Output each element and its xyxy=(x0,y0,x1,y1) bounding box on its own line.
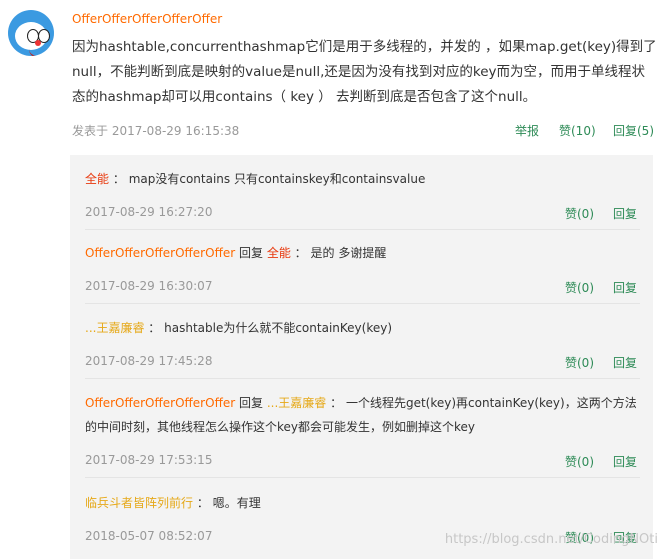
reply-word: 回复 xyxy=(238,396,263,410)
reply-like-link[interactable]: 赞(0) xyxy=(565,453,594,470)
reply-line: OfferOfferOfferOfferOffer 回复 ...王嘉廉睿 ： 一… xyxy=(85,391,640,439)
reply-target[interactable]: 全能 xyxy=(267,246,291,260)
reply-text: 嗯。有理 xyxy=(212,496,261,510)
reply-date: 2017-08-29 17:45:28 xyxy=(85,354,213,368)
reply-item: 全能 ： map没有contains 只有containskey和contain… xyxy=(85,167,640,230)
avatar-nose xyxy=(35,40,41,46)
reply-line: 全能 ： map没有contains 只有containskey和contain… xyxy=(85,167,640,191)
reply-word: 回复 xyxy=(238,246,263,260)
reply-separator: ： xyxy=(294,246,307,260)
reply-item: OfferOfferOfferOfferOffer 回复 全能 ： 是的 多谢提… xyxy=(85,241,640,304)
reply-separator: ： xyxy=(330,396,343,410)
reply-like-link[interactable]: 赞(0) xyxy=(565,354,594,371)
report-link[interactable]: 举报 xyxy=(515,122,539,139)
like-link[interactable]: 赞(10) xyxy=(559,122,596,139)
comment-content: 因为hashtable,concurrenthashmap它们是用于多线程的，并… xyxy=(72,39,657,105)
reply-nick[interactable]: 临兵斗者皆阵列前行 xyxy=(85,496,193,510)
watermark: https://blog.csdn.net/CodingNOti xyxy=(444,532,658,547)
reply-separator: ： xyxy=(196,496,209,510)
reply-nick[interactable]: OfferOfferOfferOfferOffer xyxy=(85,246,235,260)
reply-date: 2017-08-29 16:27:20 xyxy=(85,205,213,219)
avatar-mouth xyxy=(29,48,47,56)
reply-separator: ： xyxy=(112,172,125,186)
reply-reply-link[interactable]: 回复 xyxy=(613,279,637,296)
reply-item: ...王嘉廉睿 ： hashtable为什么就不能containKey(key)… xyxy=(85,316,640,379)
reply-date: 2018-05-07 08:52:07 xyxy=(85,529,213,543)
reply-like-link[interactable]: 赞(0) xyxy=(565,205,594,222)
reply-line: OfferOfferOfferOfferOffer 回复 全能 ： 是的 多谢提… xyxy=(85,241,640,265)
reply-text: map没有contains 只有containskey和containsvalu… xyxy=(128,172,426,186)
reply-nick[interactable]: ...王嘉廉睿 xyxy=(85,321,144,335)
reply-reply-link[interactable]: 回复 xyxy=(613,205,637,222)
reply-text: 是的 多谢提醒 xyxy=(310,246,387,260)
reply-reply-link[interactable]: 回复 xyxy=(613,354,637,371)
reply-date: 2017-08-29 16:30:07 xyxy=(85,279,213,293)
avatar-face xyxy=(15,22,50,50)
reply-item: OfferOfferOfferOfferOffer 回复 ...王嘉廉睿 ： 一… xyxy=(85,391,640,478)
reply-nick[interactable]: 全能 xyxy=(85,172,109,186)
reply-date: 2017-08-29 17:53:15 xyxy=(85,453,213,467)
reply-target[interactable]: ...王嘉廉睿 xyxy=(267,396,326,410)
reply-text: hashtable为什么就不能containKey(key) xyxy=(164,321,393,335)
replies-panel: 全能 ： map没有contains 只有containskey和contain… xyxy=(70,155,653,559)
reply-link[interactable]: 回复(5) xyxy=(613,122,666,139)
reply-like-link[interactable]: 赞(0) xyxy=(565,279,594,296)
comment-meta: 发表于 2017-08-29 16:15:38 举报 赞(10) 回复(5) xyxy=(72,120,657,138)
reply-line: 临兵斗者皆阵列前行 ： 嗯。有理 xyxy=(85,491,640,515)
reply-reply-link[interactable]: 回复 xyxy=(613,453,637,470)
reply-line: ...王嘉廉睿 ： hashtable为什么就不能containKey(key) xyxy=(85,316,640,340)
comment-date: 发表于 2017-08-29 16:15:38 xyxy=(72,124,240,138)
reply-separator: ： xyxy=(148,321,161,335)
reply-nick[interactable]: OfferOfferOfferOfferOffer xyxy=(85,396,235,410)
comment-author[interactable]: OfferOfferOfferOfferOffer xyxy=(72,12,222,26)
avatar[interactable] xyxy=(8,10,54,56)
